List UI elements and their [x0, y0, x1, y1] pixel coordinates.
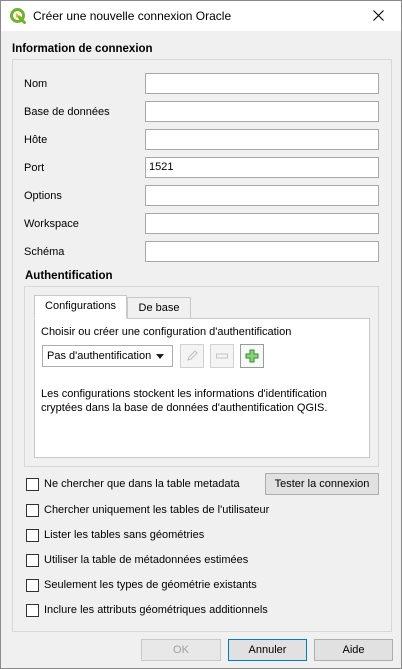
additional-geometry-attributes-label: Inclure les attributs géométriques addit…	[44, 604, 268, 616]
port-input[interactable]: 1521	[145, 157, 379, 178]
edit-config-button[interactable]	[180, 344, 204, 368]
existing-geometry-types-label: Seulement les types de géométrie existan…	[44, 579, 257, 591]
window-title: Créer une nouvelle connexion Oracle	[33, 9, 232, 23]
list-no-geometry-checkbox[interactable]	[26, 529, 39, 542]
host-label: Hôte	[24, 134, 48, 146]
auth-info-line1: Les configurations stockent les informat…	[41, 388, 327, 400]
estimated-metadata-label: Utiliser la table de métadonnées estimée…	[44, 554, 249, 566]
close-icon	[373, 10, 384, 21]
close-button[interactable]	[357, 1, 401, 31]
name-input[interactable]	[145, 73, 379, 94]
remove-icon	[216, 353, 228, 359]
auth-config-value: Pas d'authentification	[47, 350, 152, 362]
add-config-button[interactable]	[240, 344, 264, 368]
connection-group-title: Information de connexion	[12, 43, 153, 55]
options-label: Options	[24, 190, 62, 202]
user-tables-only-checkbox[interactable]	[26, 504, 39, 517]
options-input[interactable]	[145, 185, 379, 206]
cancel-button[interactable]: Annuler	[228, 639, 307, 661]
list-no-geometry-label: Lister les tables sans géométries	[44, 529, 205, 541]
workspace-input[interactable]	[145, 213, 379, 234]
metadata-only-checkbox[interactable]	[26, 478, 39, 491]
database-input[interactable]	[145, 101, 379, 122]
tab-basic[interactable]: De base	[127, 297, 191, 319]
database-label: Base de données	[24, 106, 110, 118]
auth-info-line2: cryptées dans la base de données d'authe…	[41, 402, 328, 414]
auth-config-select[interactable]: Pas d'authentification	[42, 345, 173, 367]
workspace-label: Workspace	[24, 218, 79, 230]
auth-group-title: Authentification	[25, 270, 113, 282]
help-button[interactable]: Aide	[314, 639, 393, 661]
schema-input[interactable]	[145, 241, 379, 262]
test-connection-button[interactable]: Tester la connexion	[265, 473, 379, 495]
dialog-window: Créer une nouvelle connexion Oracle Info…	[0, 0, 402, 669]
host-input[interactable]	[145, 129, 379, 150]
metadata-only-label: Ne chercher que dans la table metadata	[44, 478, 240, 490]
tab-configurations[interactable]: Configurations	[34, 295, 127, 319]
estimated-metadata-checkbox[interactable]	[26, 554, 39, 567]
qgis-logo-icon	[10, 8, 26, 24]
name-label: Nom	[24, 78, 48, 90]
schema-label: Schéma	[24, 246, 65, 258]
auth-choose-label: Choisir ou créer une configuration d'aut…	[41, 326, 292, 338]
dropdown-arrow-icon	[156, 354, 164, 359]
add-icon	[245, 349, 259, 363]
remove-config-button[interactable]	[210, 344, 234, 368]
edit-icon	[187, 350, 198, 361]
ok-button[interactable]: OK	[141, 639, 221, 661]
port-label: Port	[24, 162, 45, 174]
user-tables-only-label: Chercher uniquement les tables de l'util…	[44, 504, 270, 516]
additional-geometry-attributes-checkbox[interactable]	[26, 604, 39, 617]
existing-geometry-types-checkbox[interactable]	[26, 579, 39, 592]
title-bar: Créer une nouvelle connexion Oracle	[1, 1, 401, 31]
